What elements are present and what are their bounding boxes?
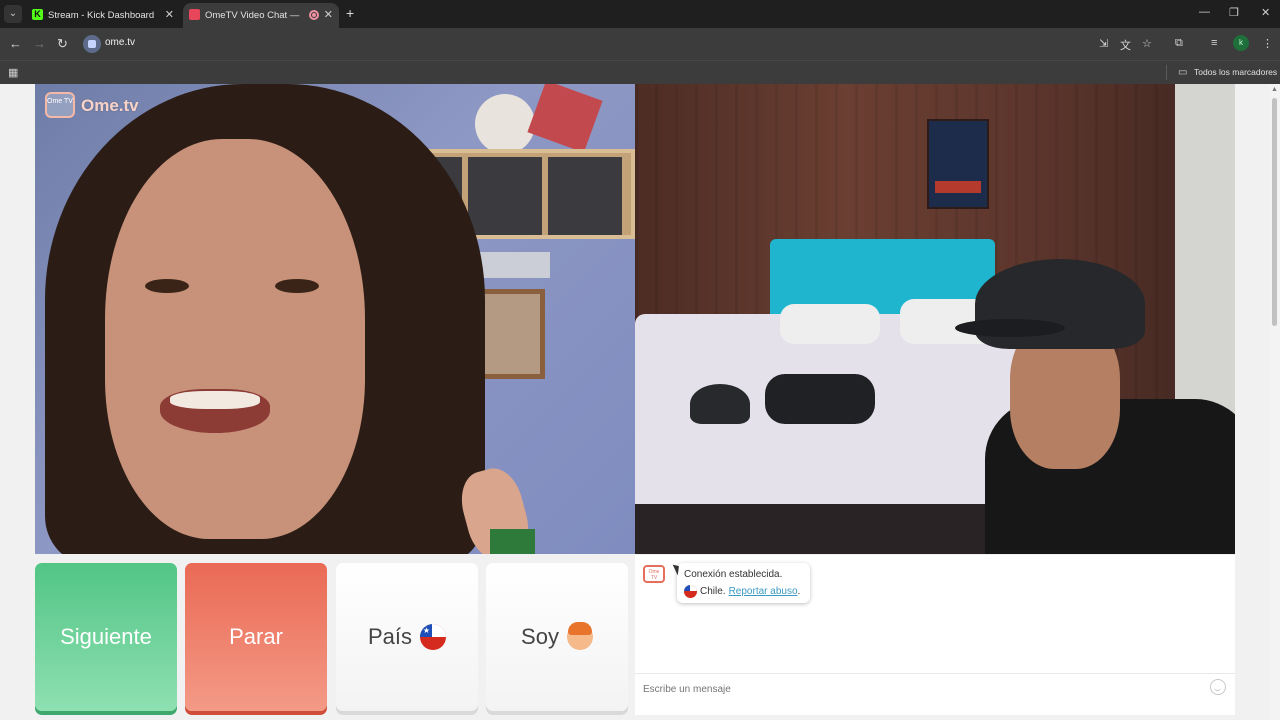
minimize-icon[interactable]: — [1199,6,1210,18]
back-arrow-icon[interactable]: ← [9,36,22,51]
ometv-icon [189,9,200,20]
install-app-icon[interactable]: ⇲ [1099,37,1108,50]
profile-avatar[interactable]: k [1233,35,1249,51]
tab-search-chevron-icon[interactable]: ⌄ [4,5,22,23]
close-window-icon[interactable]: ✕ [1261,6,1270,19]
reload-icon[interactable]: ↻ [57,36,68,52]
stop-button[interactable]: Parar [185,563,327,711]
bookmarks-separator [1166,65,1167,80]
kick-icon: K [32,9,43,20]
decoration [527,84,603,153]
message-input[interactable] [643,681,1203,697]
ometv-chat-logo-icon: Ome TV [643,565,665,583]
pillow [780,304,880,344]
next-button[interactable]: Siguiente [35,563,177,711]
bag [765,374,875,424]
divider [635,673,1235,674]
country-label: País [367,624,413,649]
translate-icon[interactable]: 文 [1120,37,1131,53]
browser-toolbar: ← → ↻ ome.tv ⇲ 文 ☆ ⧉ ≡ k ⋮ [0,28,1280,60]
tab-title: Stream - Kick Dashboard [48,10,155,21]
restore-icon[interactable]: ❐ [1229,6,1239,19]
more-menu-icon[interactable]: ⋮ [1262,37,1273,50]
new-tab-plus-icon[interactable]: + [346,5,354,21]
connection-status: Conexión establecida. [684,569,783,580]
report-abuse-link[interactable]: Reportar abuso [729,586,798,597]
apps-grid-icon[interactable]: ▦ [8,66,18,79]
recording-indicator-icon [309,10,319,20]
bookmarks-bar: ▦ ▭ Todos los marcadores [0,60,1280,84]
gender-button[interactable]: Soy [486,563,628,711]
report-suffix: . [797,586,801,597]
chat-panel: Ome TV Conexión establecida. Chile. Repo… [635,555,1235,715]
wall-poster [927,119,989,209]
scroll-thumb[interactable] [1272,98,1277,326]
tab-kick-dashboard[interactable]: K Stream - Kick Dashboard ✕ [26,3,180,28]
site-info-icon[interactable] [83,35,101,53]
tv-icon: Ome TV [45,92,75,118]
tab-ometv[interactable]: OmeTV Video Chat — Ome ✕ [183,3,339,28]
system-message: Conexión establecida. Chile. Reportar ab… [677,563,810,603]
extensions-puzzle-icon[interactable]: ⧉ [1175,37,1183,50]
media-controls-icon[interactable]: ≡ [1211,37,1217,49]
close-tab-icon[interactable]: ✕ [165,8,174,21]
page-scrollbar[interactable]: ▲ [1269,84,1280,720]
folder-icon: ▭ [1178,67,1188,78]
close-tab-icon[interactable]: ✕ [324,8,333,21]
remote-video: Ome TV Ome.tv [35,84,635,554]
ometv-page: Ome TV Ome.tv Siguiente Parar País ★ Soy… [0,84,1280,720]
tab-title: OmeTV Video Chat — Ome [205,10,301,21]
cap-on-bed [690,384,750,424]
emoji-smiley-icon[interactable] [1210,679,1226,695]
all-bookmarks-folder[interactable]: Todos los marcadores [1194,67,1277,77]
address-bar[interactable]: ome.tv [80,32,1090,56]
chile-flag-icon: ★ [420,624,447,650]
next-label: Siguiente [60,624,152,649]
stop-label: Parar [229,624,283,649]
local-video [635,84,1235,554]
bookmark-star-icon[interactable]: ☆ [1142,37,1152,50]
country-button[interactable]: País ★ [336,563,478,711]
url-text[interactable]: ome.tv [105,37,135,48]
gender-label: Soy [521,624,559,649]
partner-country-line: Chile. Reportar abuso. [684,585,800,598]
scroll-up-arrow-icon[interactable]: ▲ [1271,86,1278,93]
boy-emoji-icon [566,622,593,650]
chile-flag-icon [684,585,697,598]
browser-tab-bar: ⌄ K Stream - Kick Dashboard ✕ OmeTV Vide… [0,0,1280,28]
remote-person [35,84,495,554]
logo-text: Ome.tv [81,96,139,115]
partner-country: Chile. [700,586,726,597]
local-person [955,259,1235,554]
shirt [490,529,535,554]
forward-arrow-icon[interactable]: → [33,36,46,51]
